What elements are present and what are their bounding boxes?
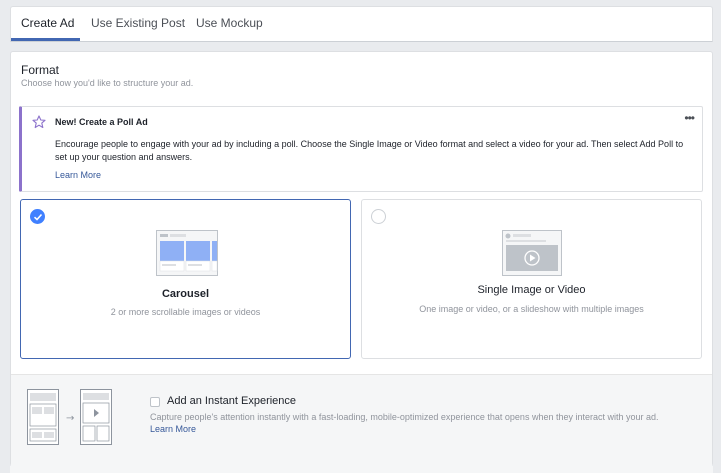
format-card: Format Choose how you'd like to structur…: [10, 51, 713, 466]
option-title-carousel: Carousel: [161, 288, 210, 300]
star-outline-icon: [32, 115, 46, 129]
next-section-edge: [10, 466, 713, 473]
instant-experience-checkbox[interactable]: [150, 397, 160, 407]
instant-experience-title: Add an Instant Experience: [167, 395, 297, 407]
unselected-radio-icon[interactable]: [371, 209, 386, 224]
section-subtitle: Choose how you'd like to structure your …: [21, 78, 194, 88]
single-image-video-icon: [502, 230, 562, 281]
option-desc-single-image-video: One image or video, or a slideshow with …: [419, 304, 644, 314]
arrow-icon: →: [66, 413, 74, 424]
option-desc-carousel: 2 or more scrollable images or videos: [110, 307, 261, 317]
more-options-icon[interactable]: •••: [684, 111, 695, 125]
notice-body: Encourage people to engage with your ad …: [55, 139, 684, 162]
format-option-carousel[interactable]: Carousel 2 or more scrollable images or …: [20, 199, 351, 359]
selected-check-icon[interactable]: [30, 209, 45, 224]
format-option-single-image-video[interactable]: Single Image or Video One image or video…: [361, 199, 702, 359]
poll-ad-notice: New! Create a Poll Ad ••• Encourage peop…: [19, 106, 703, 192]
instant-experience-section: → Add an Instant Experience Capture peop…: [11, 374, 712, 466]
active-tab-indicator: [11, 38, 80, 41]
tab-create-ad[interactable]: Create Ad: [21, 7, 74, 41]
instant-experience-illustration: →: [27, 389, 127, 450]
option-title-single-image-video: Single Image or Video: [477, 284, 586, 296]
carousel-icon: [156, 230, 218, 281]
section-title: Format: [21, 63, 60, 77]
tab-use-existing-post[interactable]: Use Existing Post: [91, 7, 185, 41]
notice-title: New! Create a Poll Ad: [55, 117, 148, 127]
tab-bar: Create Ad Use Existing Post Use Mockup: [10, 6, 713, 42]
tab-use-mockup[interactable]: Use Mockup: [196, 7, 263, 41]
instant-experience-learn-more-link[interactable]: Learn More: [150, 424, 196, 434]
instant-experience-description: Capture people's attention instantly wit…: [150, 412, 659, 422]
notice-learn-more-link[interactable]: Learn More: [55, 170, 101, 180]
